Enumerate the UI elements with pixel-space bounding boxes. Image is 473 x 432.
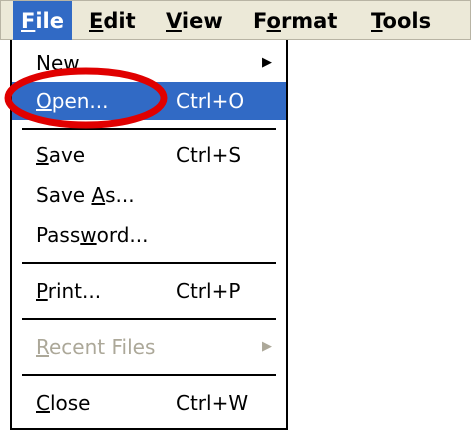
menu-separator — [22, 318, 276, 320]
menu-item-save[interactable]: Save Ctrl+S — [12, 136, 286, 174]
menu-item-label: Recent Files — [36, 335, 156, 359]
menu-separator — [22, 374, 276, 376]
menu-item-save-as[interactable]: Save As... — [12, 176, 286, 214]
menu-separator — [22, 128, 276, 130]
menu-format[interactable]: Format — [245, 1, 345, 41]
menu-item-label: Password... — [36, 223, 149, 247]
menu-item-label: Print... — [36, 279, 102, 303]
menu-item-recent-files: Recent Files ▶ — [12, 328, 286, 366]
menu-item-label: Save As... — [36, 183, 135, 207]
chevron-right-icon: ▶ — [262, 55, 272, 70]
menu-view[interactable]: View — [158, 1, 231, 41]
menu-separator — [22, 262, 276, 264]
chevron-right-icon: ▶ — [262, 339, 272, 354]
menu-item-shortcut: Ctrl+P — [176, 279, 241, 303]
menu-item-label: Save — [36, 143, 86, 167]
menu-item-new[interactable]: New ▶ — [12, 44, 286, 82]
menu-bar: File Edit View Format Tools — [0, 0, 471, 41]
menu-item-label: Close — [36, 391, 91, 415]
menu-item-shortcut: Ctrl+S — [176, 143, 242, 167]
menu-item-password[interactable]: Password... — [12, 216, 286, 254]
menu-edit[interactable]: Edit — [81, 1, 144, 41]
menu-item-close[interactable]: Close Ctrl+W — [12, 384, 286, 422]
menu-item-label: New — [36, 51, 80, 75]
menu-item-shortcut: Ctrl+O — [176, 89, 245, 113]
menu-item-open[interactable]: Open... Ctrl+O — [12, 82, 286, 120]
menu-tools[interactable]: Tools — [363, 1, 439, 41]
menu-item-print[interactable]: Print... Ctrl+P — [12, 272, 286, 310]
menu-item-shortcut: Ctrl+W — [176, 391, 249, 415]
menu-item-label: Open... — [36, 89, 109, 113]
menu-file[interactable]: File — [13, 1, 72, 41]
file-menu-dropdown: New ▶ Open... Ctrl+O Save Ctrl+S Save As… — [10, 40, 288, 430]
